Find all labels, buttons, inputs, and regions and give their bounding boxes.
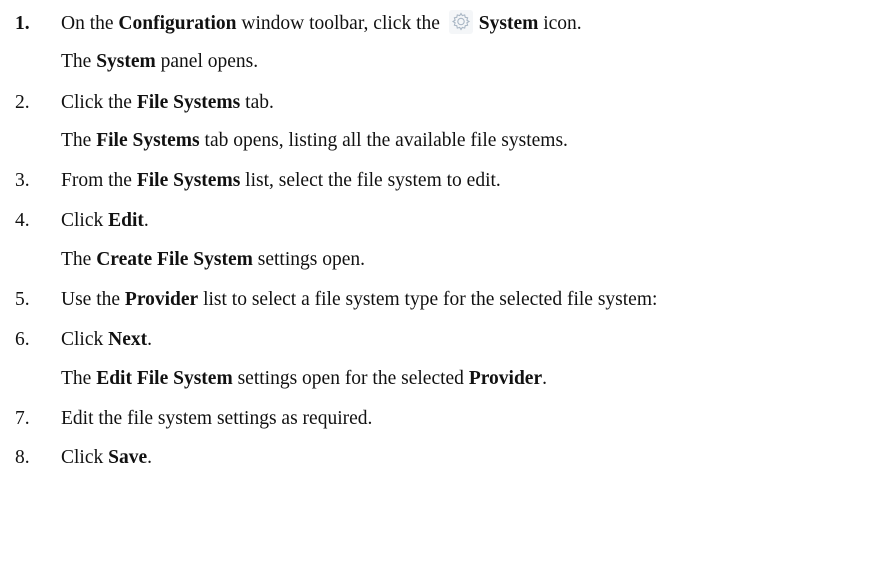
- step-4: 4. Click Edit.: [0, 206, 874, 236]
- gear-icon: [448, 10, 473, 34]
- step-1: 1. On the Configuration window toolbar, …: [0, 9, 874, 39]
- step-instruction: Edit the file system settings as require…: [61, 408, 373, 429]
- step-8: 8. Click Save.: [0, 443, 874, 473]
- step-7: 7. Edit the file system settings as requ…: [0, 404, 874, 434]
- step-number: 1.: [15, 13, 30, 34]
- step-instruction: Click Edit.: [61, 210, 149, 231]
- step-number: 4.: [15, 210, 30, 231]
- step-instruction: From the File Systems list, select the f…: [61, 170, 501, 191]
- step-instruction: Click Next.: [61, 329, 152, 350]
- step-instruction: Use the Provider list to select a file s…: [61, 289, 658, 310]
- step-6: 6. Click Next.: [0, 325, 874, 355]
- step-5: 5. Use the Provider list to select a fil…: [0, 285, 874, 315]
- step-number: 3.: [15, 170, 30, 191]
- step-number: 8.: [15, 447, 30, 468]
- step-instruction: On the Configuration window toolbar, cli…: [61, 9, 582, 39]
- step-instruction: Click Save.: [61, 447, 152, 468]
- step-6-result: The Edit File System settings open for t…: [61, 368, 547, 389]
- step-2-result: The File Systems tab opens, listing all …: [61, 130, 568, 151]
- step-4-result: The Create File System settings open.: [61, 249, 365, 270]
- step-number: 2.: [15, 92, 30, 113]
- step-1-result: The System panel opens.: [61, 51, 259, 72]
- procedure-steps: 1. On the Configuration window toolbar, …: [0, 0, 874, 562]
- step-3: 3. From the File Systems list, select th…: [0, 166, 874, 196]
- step-number: 7.: [15, 408, 30, 429]
- step-number: 6.: [15, 329, 30, 350]
- step-instruction: Click the File Systems tab.: [61, 92, 274, 113]
- step-2: 2. Click the File Systems tab.: [0, 88, 874, 118]
- step-number: 5.: [15, 289, 30, 310]
